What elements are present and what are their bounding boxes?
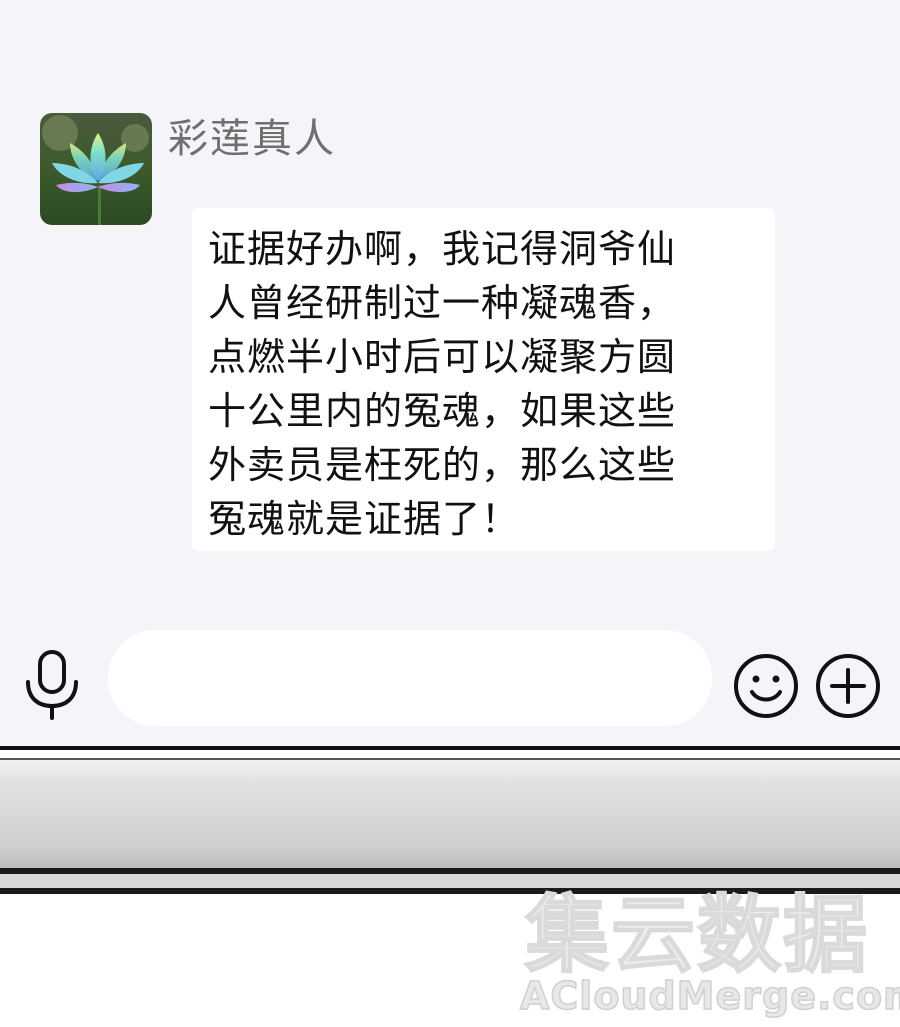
watermark-english: ACloudMerge.com xyxy=(519,973,900,1019)
message-line: 证据好办啊，我记得洞爷仙 xyxy=(208,227,677,271)
message-line: 十公里内的冤魂，如果这些 xyxy=(208,389,677,433)
plus-circle-icon xyxy=(816,654,880,718)
emoji-button[interactable] xyxy=(732,652,800,720)
sender-name: 彩莲真人 xyxy=(168,116,336,162)
message-line: 冤魂就是证据了！ xyxy=(208,497,521,541)
voice-button[interactable] xyxy=(20,648,84,720)
message-line: 外卖员是枉死的，那么这些 xyxy=(208,443,677,487)
microphone-icon xyxy=(26,650,78,720)
watermark-chinese: 集云数据 xyxy=(524,885,870,985)
chat-screen: 彩莲真人 证据好办啊，我记得洞爷仙 人曾经研制过一种凝魂香， 点燃半小时后可以凝… xyxy=(0,0,900,748)
phone-frame-edge xyxy=(0,746,900,900)
frame-bezel xyxy=(0,758,900,868)
more-button[interactable] xyxy=(814,652,882,720)
message-line: 人曾经研制过一种凝魂香， xyxy=(208,281,677,325)
message-line: 点燃半小时后可以凝聚方圆 xyxy=(208,335,677,379)
smiley-icon xyxy=(734,654,798,718)
message-bubble[interactable]: 证据好办啊，我记得洞爷仙 人曾经研制过一种凝魂香， 点燃半小时后可以凝聚方圆 十… xyxy=(192,208,775,551)
sender-avatar[interactable] xyxy=(40,113,152,225)
message-input[interactable] xyxy=(108,630,712,726)
frame-divider xyxy=(0,746,900,750)
lotus-icon xyxy=(40,113,152,225)
frame-divider xyxy=(0,758,900,760)
